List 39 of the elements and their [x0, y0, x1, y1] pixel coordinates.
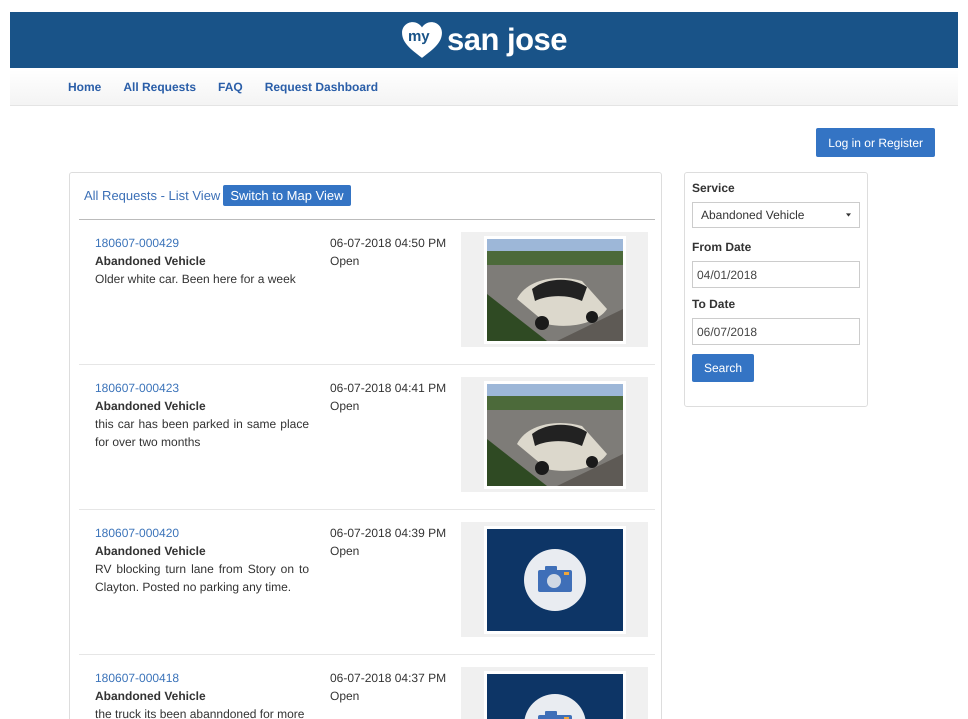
nav-link[interactable]: Home	[68, 80, 102, 94]
service-name: Abandoned Vehicle	[95, 398, 207, 415]
request-status: Open	[330, 398, 360, 415]
request-id-link[interactable]: 180607-000423	[95, 379, 309, 397]
map-view-button[interactable]: Switch to Map View	[223, 184, 351, 206]
request-description: RV blocking turn lane from Story on to Clayton. Posted no parking any time.	[95, 561, 309, 596]
request-description: Older white car. Been here for a week	[95, 271, 297, 288]
search-button[interactable]: Search	[692, 354, 754, 382]
date-input-field[interactable]: 06/07/2018	[692, 318, 860, 345]
login-button[interactable]: Log in or Register	[816, 128, 935, 157]
nav-link[interactable]: Request Dashboard	[264, 80, 378, 94]
service-name: Abandoned Vehicle	[95, 543, 207, 560]
heart-logo-icon	[400, 21, 443, 59]
request-date: 06-07-2018 04:39 PM	[330, 525, 448, 542]
service-select[interactable]: Abandoned Vehicle	[692, 202, 860, 228]
request-date: 06-07-2018 04:50 PM	[330, 235, 448, 252]
nav-link[interactable]: FAQ	[218, 80, 243, 94]
camera-icon	[522, 548, 586, 612]
logo-badge-text: my	[408, 28, 430, 45]
service-name: Abandoned Vehicle	[95, 688, 207, 705]
request-date: 06-07-2018 04:41 PM	[330, 380, 448, 397]
request-id-link[interactable]: 180607-000429	[95, 234, 309, 252]
request-status: Open	[330, 688, 360, 705]
request-status: Open	[330, 253, 360, 270]
request-date: 06-07-2018 04:37 PM	[330, 670, 448, 687]
date-input-field[interactable]: 04/01/2018	[692, 261, 860, 288]
nav-link[interactable]: All Requests	[123, 80, 196, 94]
field-label: From Date	[692, 240, 752, 254]
request-description: the truck its been abanndoned for more	[95, 706, 306, 719]
request-status: Open	[330, 543, 360, 560]
request-description: this car has been parked in same place for over two months	[95, 416, 309, 451]
logo-text: san jose	[446, 22, 568, 58]
request-id-link[interactable]: 180607-000418	[95, 669, 309, 687]
list-title[interactable]: All Requests - List View	[84, 188, 220, 202]
request-id-link[interactable]: 180607-000420	[95, 524, 309, 542]
caret-icon	[846, 213, 851, 217]
service-name: Abandoned Vehicle	[95, 253, 207, 270]
field-label: Service	[692, 181, 735, 195]
field-label: To Date	[692, 297, 736, 311]
